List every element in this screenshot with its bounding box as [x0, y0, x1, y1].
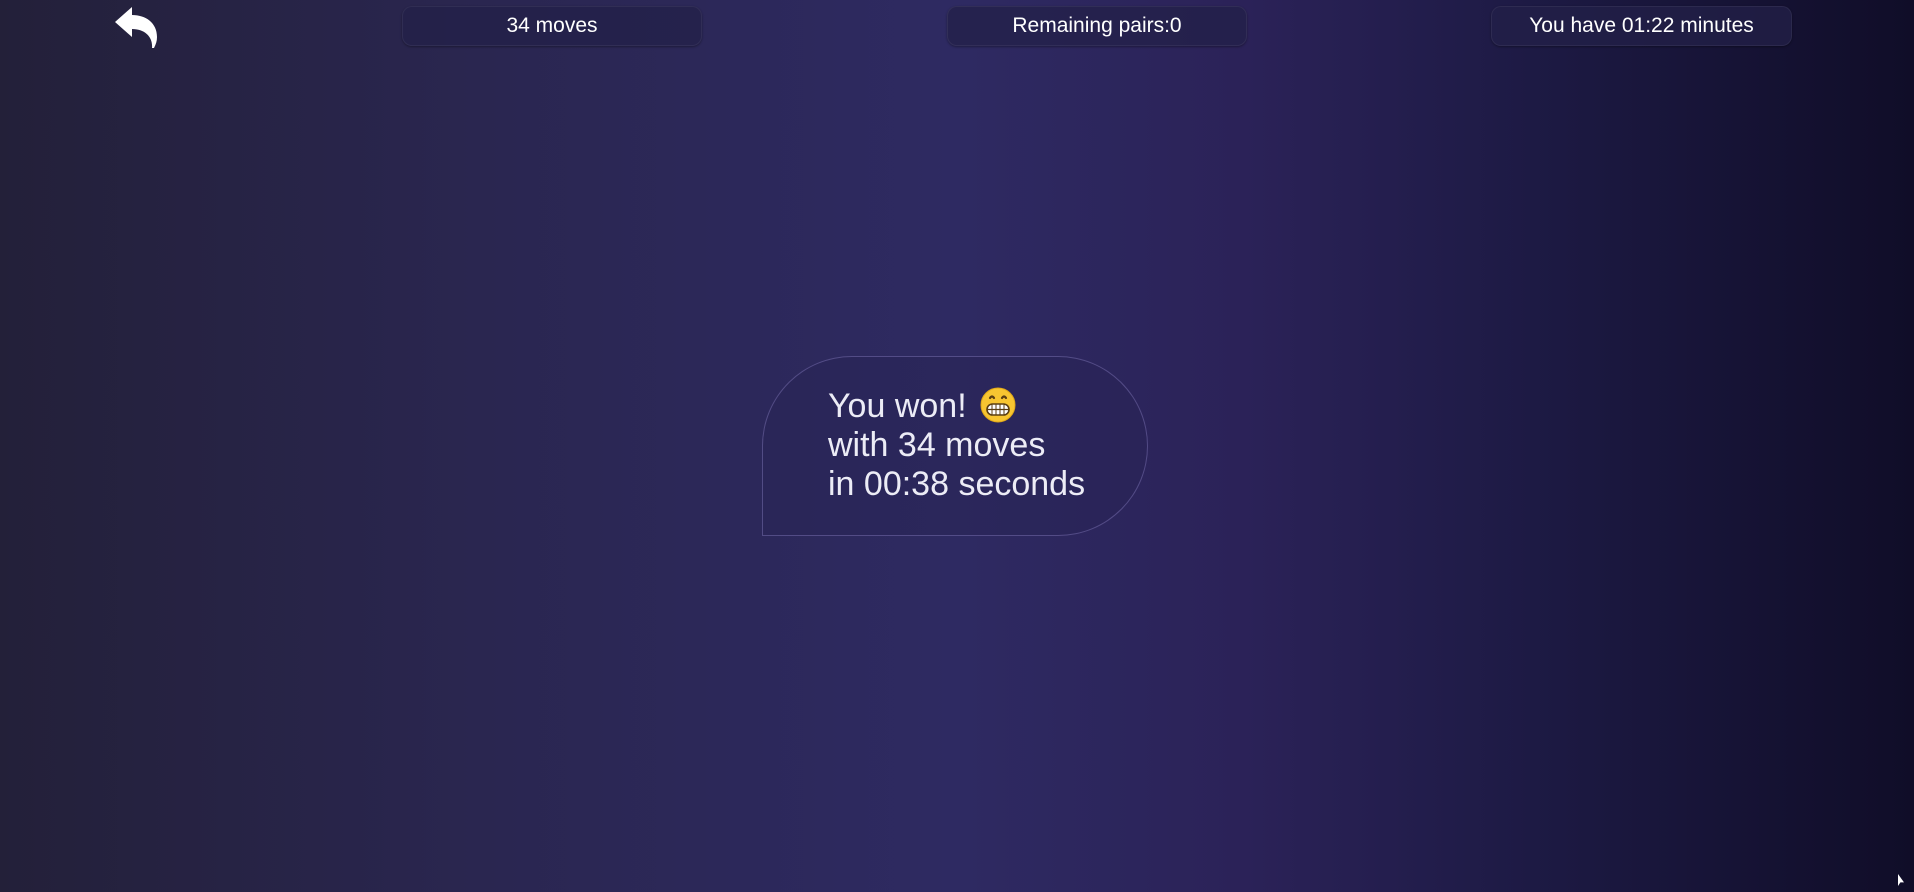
undo-arrow-icon — [115, 7, 157, 48]
time-remaining-display: You have 01:22 minutes — [1491, 6, 1792, 46]
time-remaining-label: You have 01:22 minutes — [1529, 14, 1754, 37]
remaining-pairs-label: Remaining pairs:0 — [1012, 14, 1182, 37]
mouse-cursor — [1898, 874, 1904, 886]
win-line-1: You won! — [828, 387, 1147, 426]
remaining-pairs-counter: Remaining pairs:0 — [947, 6, 1247, 46]
win-moves-line: with 34 moves — [828, 426, 1046, 464]
back-button[interactable] — [112, 4, 160, 50]
win-title: You won! — [828, 387, 967, 425]
win-message-card: You won! with 34 moves in 00:38 seconds — [762, 356, 1148, 536]
grinning-face-icon — [980, 387, 1016, 423]
win-time-line: in 00:38 seconds — [828, 465, 1086, 503]
moves-counter: 34 moves — [402, 6, 702, 46]
moves-label: 34 moves — [506, 14, 598, 37]
